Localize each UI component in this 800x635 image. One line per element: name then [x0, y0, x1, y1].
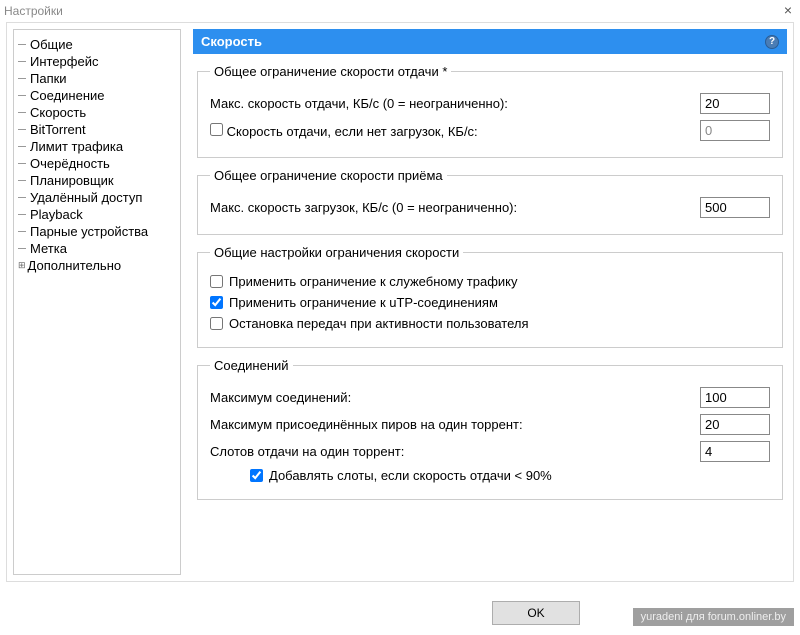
extra-slots-checkbox[interactable] [250, 469, 263, 482]
close-icon[interactable]: × [784, 2, 792, 18]
max-upload-label: Макс. скорость отдачи, КБ/с (0 = неогран… [210, 96, 700, 111]
sidebar-item-traffic-limit[interactable]: Лимит трафика [18, 138, 176, 155]
slots-input[interactable] [700, 441, 770, 462]
help-icon[interactable]: ? [765, 35, 779, 49]
sidebar-item-interface[interactable]: Интерфейс [18, 53, 176, 70]
upload-limit-legend: Общее ограничение скорости отдачи * [210, 64, 451, 79]
max-peers-label: Максимум присоединённых пиров на один то… [210, 417, 700, 432]
max-upload-input[interactable] [700, 93, 770, 114]
stop-checkbox[interactable] [210, 317, 223, 330]
sidebar-item-playback[interactable]: Playback [18, 206, 176, 223]
sidebar-item-paired-devices[interactable]: Парные устройства [18, 223, 176, 240]
stop-label: Остановка передач при активности пользов… [229, 316, 529, 331]
max-download-input[interactable] [700, 197, 770, 218]
sidebar-item-connection[interactable]: Соединение [18, 87, 176, 104]
sidebar-item-label[interactable]: Метка [18, 240, 176, 257]
alt-upload-label: Скорость отдачи, если нет загрузок, КБ/с… [210, 123, 700, 139]
max-conn-label: Максимум соединений: [210, 390, 700, 405]
sidebar-item-remote[interactable]: Удалённый доступ [18, 189, 176, 206]
max-download-label: Макс. скорость загрузок, КБ/с (0 = неогр… [210, 200, 700, 215]
rate-settings-group: Общие настройки ограничения скорости При… [197, 245, 783, 348]
overhead-label: Применить ограничение к служебному трафи… [229, 274, 518, 289]
alt-upload-input [700, 120, 770, 141]
sidebar-item-advanced[interactable]: Дополнительно [18, 257, 176, 274]
extra-slots-label: Добавлять слоты, если скорость отдачи < … [269, 468, 552, 483]
sidebar-item-speed[interactable]: Скорость [18, 104, 176, 121]
sidebar-item-general[interactable]: Общие [18, 36, 176, 53]
titlebar: Настройки × [0, 0, 800, 22]
alt-upload-checkbox[interactable] [210, 123, 223, 136]
rate-settings-legend: Общие настройки ограничения скорости [210, 245, 463, 260]
sidebar-item-scheduler[interactable]: Планировщик [18, 172, 176, 189]
overhead-checkbox[interactable] [210, 275, 223, 288]
connections-legend: Соединений [210, 358, 293, 373]
slots-label: Слотов отдачи на один торрент: [210, 444, 700, 459]
sidebar-tree[interactable]: Общие Интерфейс Папки Соединение Скорост… [13, 29, 181, 575]
utp-checkbox[interactable] [210, 296, 223, 309]
download-limit-group: Общее ограничение скорости приёма Макс. … [197, 168, 783, 235]
ok-button[interactable]: OK [492, 601, 580, 625]
content-panel: Скорость ? Общее ограничение скорости от… [187, 23, 793, 581]
max-peers-input[interactable] [700, 414, 770, 435]
section-header: Скорость ? [193, 29, 787, 54]
upload-limit-group: Общее ограничение скорости отдачи * Макс… [197, 64, 783, 158]
download-limit-legend: Общее ограничение скорости приёма [210, 168, 447, 183]
sidebar-item-folders[interactable]: Папки [18, 70, 176, 87]
window-title: Настройки [4, 4, 63, 18]
watermark: yuradeni для forum.onliner.by [633, 608, 794, 626]
sidebar-item-bittorrent[interactable]: BitTorrent [18, 121, 176, 138]
main-panel: Общие Интерфейс Папки Соединение Скорост… [6, 22, 794, 582]
sidebar-item-queue[interactable]: Очерёдность [18, 155, 176, 172]
max-conn-input[interactable] [700, 387, 770, 408]
section-title: Скорость [201, 34, 262, 49]
connections-group: Соединений Максимум соединений: Максимум… [197, 358, 783, 500]
utp-label: Применить ограничение к uTP-соединениям [229, 295, 498, 310]
